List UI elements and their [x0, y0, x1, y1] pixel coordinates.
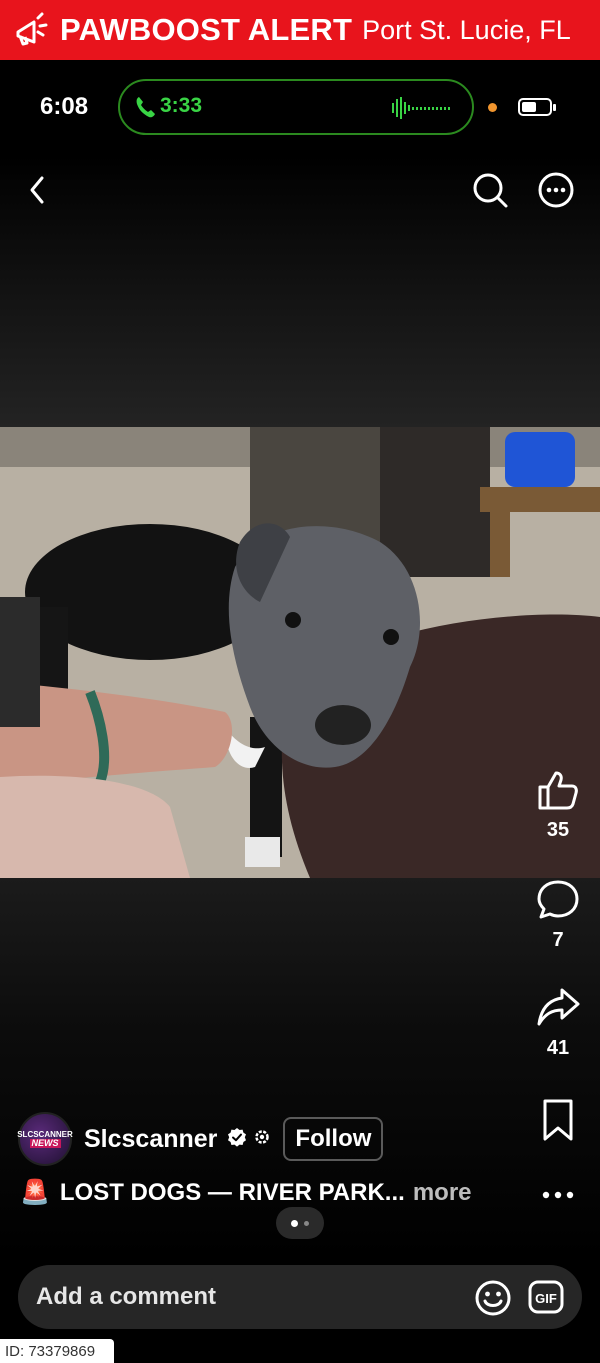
like-count: 35	[546, 819, 570, 841]
emoji-icon[interactable]	[474, 1279, 512, 1322]
share-count: 41	[546, 1037, 570, 1059]
verified-badge-icon	[227, 1127, 247, 1152]
more-circle-icon[interactable]	[536, 170, 576, 210]
battery-icon	[518, 98, 556, 116]
gear-badge-icon	[253, 1128, 271, 1151]
chevron-left-icon[interactable]	[22, 170, 58, 210]
audio-waveform-icon	[392, 97, 454, 124]
bookmark-action[interactable]	[528, 1098, 588, 1147]
megaphone-icon	[8, 8, 52, 52]
status-time: 6:08	[40, 93, 89, 120]
avatar[interactable]: SLCSCANNER NEWS	[17, 1112, 73, 1166]
top-overlay	[0, 155, 600, 427]
alert-location: Port St. Lucie, FL	[362, 14, 571, 45]
caption-text: LOST DOGS — RIVER PARK...	[59, 1178, 405, 1206]
username[interactable]: Slcscanner	[84, 1125, 217, 1154]
gif-icon[interactable]: GIF	[528, 1280, 564, 1319]
alert-title: PAWBOOST ALERT	[60, 12, 353, 47]
search-icon[interactable]	[470, 170, 510, 210]
phone-icon	[134, 95, 156, 124]
status-bar: 6:08 3:33	[0, 60, 600, 155]
post-photo[interactable]	[0, 427, 600, 878]
comment-count: 7	[552, 929, 564, 951]
avatar-text-line2: NEWS	[29, 1138, 61, 1148]
caption-more-link[interactable]: more	[413, 1179, 472, 1207]
caption[interactable]: 🚨 LOST DOGS — RIVER PARK... more	[20, 1178, 472, 1207]
siren-emoji: 🚨	[20, 1179, 50, 1206]
recording-indicator-dot	[488, 103, 497, 112]
comment-input[interactable]	[36, 1279, 466, 1315]
author-row: SLCSCANNER NEWS Slcscanner Follow	[17, 1112, 384, 1166]
comment-bar: GIF	[18, 1265, 582, 1329]
bookmark-icon	[538, 1099, 578, 1146]
battery-level	[522, 102, 536, 112]
comment-bubble-icon	[536, 880, 580, 926]
call-pill[interactable]: 3:33	[118, 79, 474, 135]
more-horizontal-icon[interactable]	[540, 1184, 576, 1211]
gif-label: GIF	[535, 1291, 557, 1306]
share-arrow-icon	[536, 988, 580, 1034]
alert-banner: PAWBOOST ALERT Port St. Lucie, FL	[0, 0, 600, 60]
share-action[interactable]: 41	[528, 986, 588, 1060]
thumbs-up-icon	[536, 771, 580, 816]
page-indicator	[276, 1207, 324, 1239]
comment-action[interactable]: 7	[528, 878, 588, 952]
call-duration: 3:33	[160, 94, 203, 117]
listing-id-badge: ID: 73379869	[0, 1339, 114, 1363]
page-dot-active	[291, 1219, 298, 1227]
follow-button[interactable]: Follow	[283, 1117, 384, 1161]
like-action[interactable]: 35	[528, 768, 588, 842]
page-dot-inactive	[304, 1220, 309, 1226]
